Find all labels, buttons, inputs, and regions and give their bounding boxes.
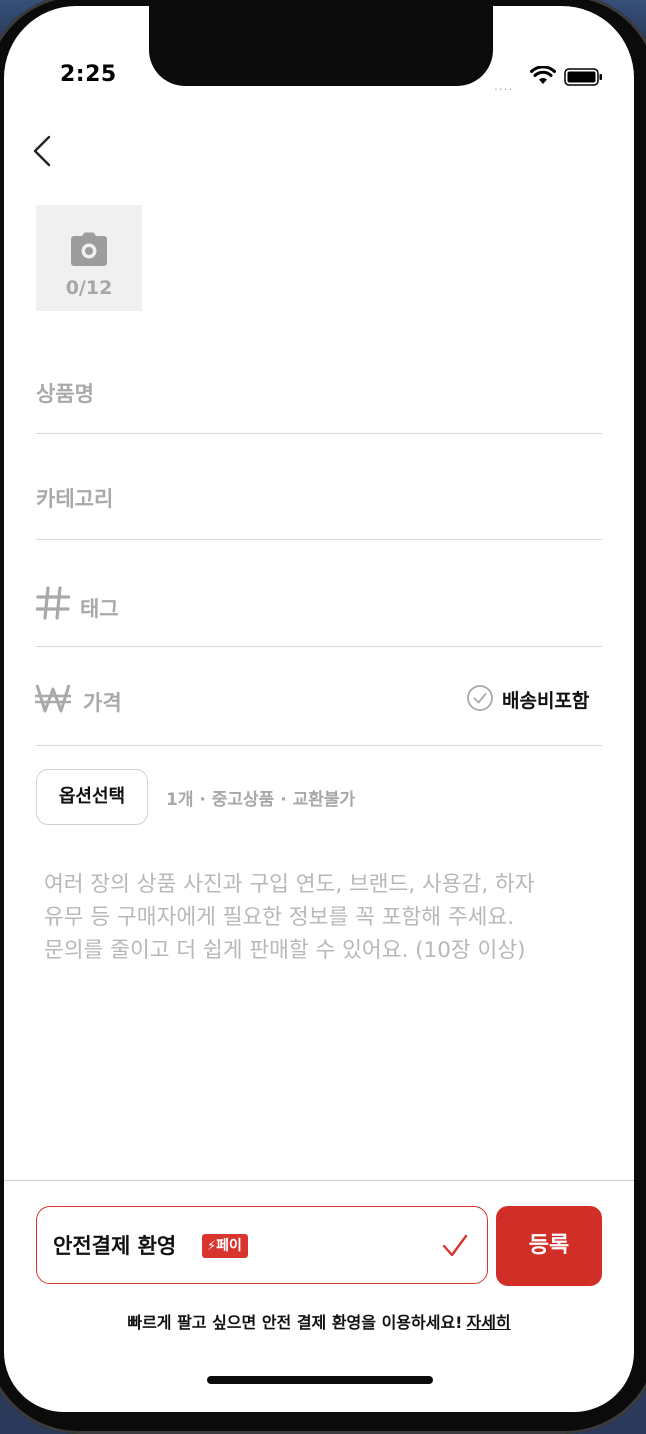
phone-screen: 2:25 .... 0/12 상품명 카테고리 태그 가격 배송비포함 옵션선택… [4,6,634,1412]
price-placeholder: 가격 [83,691,122,715]
safe-pay-note: 빠르게 팔고 싶으면 안전 결제 환영을 이용하세요! 자세히 [4,1309,634,1333]
safe-pay-toggle[interactable]: 안전결제 환영 ⚡페이 [36,1206,488,1284]
won-icon [35,684,71,713]
safe-pay-label: 안전결제 환영 [53,1234,177,1258]
option-summary: 1개 · 중고상품 · 교환불가 [166,790,356,810]
check-icon [442,1234,468,1257]
camera-icon [71,232,107,266]
chevron-left-icon[interactable] [29,131,57,171]
pay-badge: ⚡페이 [202,1234,248,1258]
category-placeholder: 카테고리 [36,487,114,511]
home-indicator[interactable] [207,1376,433,1384]
footer-divider [4,1180,634,1181]
tag-field[interactable]: 태그 [36,573,602,647]
add-photo-button[interactable]: 0/12 [36,205,142,311]
description-placeholder-line: 여러 장의 상품 사진과 구입 연도, 브랜드, 사용감, 하자 [44,872,535,897]
category-field[interactable]: 카테고리 [36,466,602,540]
photo-count: 0/12 [65,277,113,299]
wifi-icon [530,66,556,84]
shipping-included-label: 배송비포함 [502,690,590,712]
product-name-placeholder: 상품명 [36,382,94,406]
description-placeholder-line: 유무 등 구매자에게 필요한 정보를 꼭 포함해 주세요. [44,905,515,930]
pay-badge-label: 페이 [216,1238,242,1254]
check-circle-icon [467,685,493,711]
notch [149,6,493,86]
battery-icon [564,68,602,86]
status-time: 2:25 [60,62,117,87]
product-name-field[interactable]: 상품명 [36,361,602,434]
hash-icon [36,586,70,620]
register-button[interactable]: 등록 [496,1206,602,1286]
tag-placeholder: 태그 [80,597,119,621]
lightning-icon: ⚡ [207,1239,217,1254]
description-textarea[interactable]: 여러 장의 상품 사진과 구입 연도, 브랜드, 사용감, 하자 유무 등 구매… [44,868,604,967]
signal-icon: .... [494,79,514,93]
option-select-button[interactable]: 옵션선택 [36,769,148,825]
safe-pay-note-text: 빠르게 팔고 싶으면 안전 결제 환영을 이용하세요! [127,1313,463,1332]
learn-more-link[interactable]: 자세히 [466,1313,510,1332]
description-placeholder-line: 문의를 줄이고 더 쉽게 판매할 수 있어요. (10장 이상) [44,938,526,963]
